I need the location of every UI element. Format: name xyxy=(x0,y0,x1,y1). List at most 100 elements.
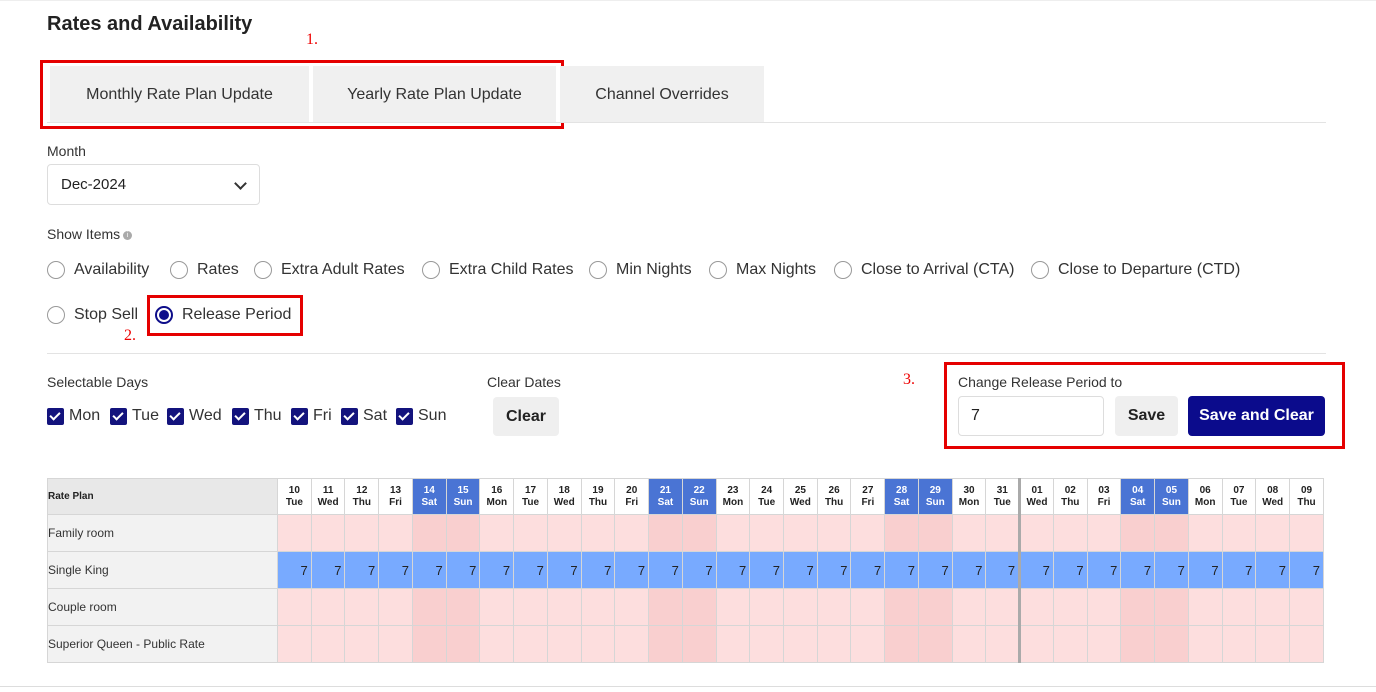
grid-cell[interactable] xyxy=(479,588,515,626)
grid-cell[interactable] xyxy=(681,514,717,552)
radio-stop-sell[interactable]: Stop Sell xyxy=(47,306,138,324)
grid-cell[interactable] xyxy=(1187,625,1223,663)
grid-cell[interactable] xyxy=(985,514,1021,552)
checkbox-mon[interactable]: Mon xyxy=(47,407,100,425)
grid-cell[interactable]: 7 xyxy=(715,551,751,589)
radio-rates[interactable]: Rates xyxy=(170,261,239,279)
grid-cell[interactable] xyxy=(681,588,717,626)
grid-cell[interactable] xyxy=(445,514,481,552)
radio-close-to-arrival[interactable]: Close to Arrival (CTA) xyxy=(834,261,1015,279)
grid-cell[interactable] xyxy=(884,588,919,626)
grid-cell[interactable] xyxy=(1187,514,1223,552)
grid-cell[interactable] xyxy=(1221,625,1257,663)
radio-availability[interactable]: Availability xyxy=(47,261,149,279)
grid-cell[interactable] xyxy=(614,514,650,552)
grid-cell[interactable]: 7 xyxy=(783,551,818,589)
grid-cell[interactable] xyxy=(715,625,751,663)
grid-cell[interactable] xyxy=(1120,625,1156,663)
radio-close-to-departure[interactable]: Close to Departure (CTD) xyxy=(1031,261,1240,279)
grid-cell[interactable] xyxy=(1086,625,1122,663)
grid-cell[interactable] xyxy=(1154,588,1189,626)
grid-cell[interactable] xyxy=(614,588,650,626)
grid-cell[interactable] xyxy=(1289,625,1324,663)
grid-cell[interactable]: 7 xyxy=(614,551,650,589)
grid-cell[interactable]: 7 xyxy=(277,551,312,589)
grid-cell[interactable] xyxy=(277,514,312,552)
grid-cell[interactable] xyxy=(816,588,852,626)
checkbox-wed[interactable]: Wed xyxy=(167,407,222,425)
release-period-input[interactable]: 7 xyxy=(958,396,1104,436)
grid-cell[interactable] xyxy=(917,514,953,552)
grid-cell[interactable]: 7 xyxy=(1154,551,1189,589)
grid-cell[interactable] xyxy=(378,514,413,552)
grid-cell[interactable] xyxy=(344,625,380,663)
grid-cell[interactable] xyxy=(985,588,1021,626)
tab-channel-overrides[interactable]: Channel Overrides xyxy=(560,66,764,123)
grid-cell[interactable] xyxy=(1052,514,1088,552)
grid-cell[interactable] xyxy=(546,588,582,626)
grid-cell[interactable] xyxy=(1086,514,1122,552)
checkbox-fri[interactable]: Fri xyxy=(291,407,332,425)
save-button[interactable]: Save xyxy=(1115,396,1178,436)
grid-cell[interactable] xyxy=(378,588,413,626)
checkbox-sun[interactable]: Sun xyxy=(396,407,446,425)
grid-cell[interactable] xyxy=(1018,514,1054,552)
grid-cell[interactable] xyxy=(1018,588,1054,626)
grid-cell[interactable]: 7 xyxy=(1289,551,1324,589)
grid-cell[interactable] xyxy=(917,588,953,626)
grid-cell[interactable] xyxy=(344,514,380,552)
grid-cell[interactable] xyxy=(411,514,447,552)
save-and-clear-button[interactable]: Save and Clear xyxy=(1188,396,1325,436)
grid-cell[interactable] xyxy=(715,514,751,552)
grid-cell[interactable] xyxy=(411,588,447,626)
grid-cell[interactable] xyxy=(1255,588,1291,626)
grid-cell[interactable] xyxy=(513,588,548,626)
grid-cell[interactable] xyxy=(985,625,1021,663)
clear-button[interactable]: Clear xyxy=(493,397,559,436)
grid-cell[interactable] xyxy=(277,588,312,626)
grid-cell[interactable] xyxy=(884,514,919,552)
grid-cell[interactable] xyxy=(1120,588,1156,626)
grid-cell[interactable]: 7 xyxy=(951,551,987,589)
grid-cell[interactable]: 7 xyxy=(1018,551,1054,589)
grid-cell[interactable] xyxy=(749,588,785,626)
grid-cell[interactable]: 7 xyxy=(580,551,616,589)
grid-cell[interactable] xyxy=(378,625,413,663)
grid-cell[interactable]: 7 xyxy=(681,551,717,589)
grid-cell[interactable] xyxy=(277,625,312,663)
grid-cell[interactable] xyxy=(411,625,447,663)
grid-cell[interactable]: 7 xyxy=(749,551,785,589)
grid-cell[interactable] xyxy=(951,588,987,626)
grid-cell[interactable] xyxy=(951,514,987,552)
grid-cell[interactable]: 7 xyxy=(1052,551,1088,589)
grid-cell[interactable] xyxy=(816,514,852,552)
grid-cell[interactable] xyxy=(1221,514,1257,552)
grid-cell[interactable]: 7 xyxy=(917,551,953,589)
grid-cell[interactable] xyxy=(445,588,481,626)
grid-cell[interactable] xyxy=(1255,514,1291,552)
grid-cell[interactable] xyxy=(344,588,380,626)
grid-cell[interactable]: 7 xyxy=(884,551,919,589)
grid-cell[interactable] xyxy=(749,625,785,663)
tab-monthly-rate-plan-update[interactable]: Monthly Rate Plan Update xyxy=(50,66,309,123)
grid-cell[interactable]: 7 xyxy=(1086,551,1122,589)
grid-cell[interactable]: 7 xyxy=(310,551,346,589)
grid-cell[interactable] xyxy=(310,588,346,626)
grid-cell[interactable] xyxy=(1154,625,1189,663)
grid-cell[interactable]: 7 xyxy=(850,551,886,589)
radio-extra-adult-rates[interactable]: Extra Adult Rates xyxy=(254,261,405,279)
grid-cell[interactable] xyxy=(850,588,886,626)
checkbox-thu[interactable]: Thu xyxy=(232,407,282,425)
checkbox-sat[interactable]: Sat xyxy=(341,407,387,425)
grid-cell[interactable]: 7 xyxy=(344,551,380,589)
grid-cell[interactable] xyxy=(681,625,717,663)
month-select[interactable]: Dec-2024 xyxy=(47,164,260,205)
grid-cell[interactable] xyxy=(715,588,751,626)
checkbox-tue[interactable]: Tue xyxy=(110,407,159,425)
grid-cell[interactable] xyxy=(1086,588,1122,626)
grid-cell[interactable]: 7 xyxy=(1221,551,1257,589)
grid-cell[interactable] xyxy=(513,514,548,552)
radio-min-nights[interactable]: Min Nights xyxy=(589,261,692,279)
grid-cell[interactable] xyxy=(951,625,987,663)
grid-cell[interactable] xyxy=(546,625,582,663)
